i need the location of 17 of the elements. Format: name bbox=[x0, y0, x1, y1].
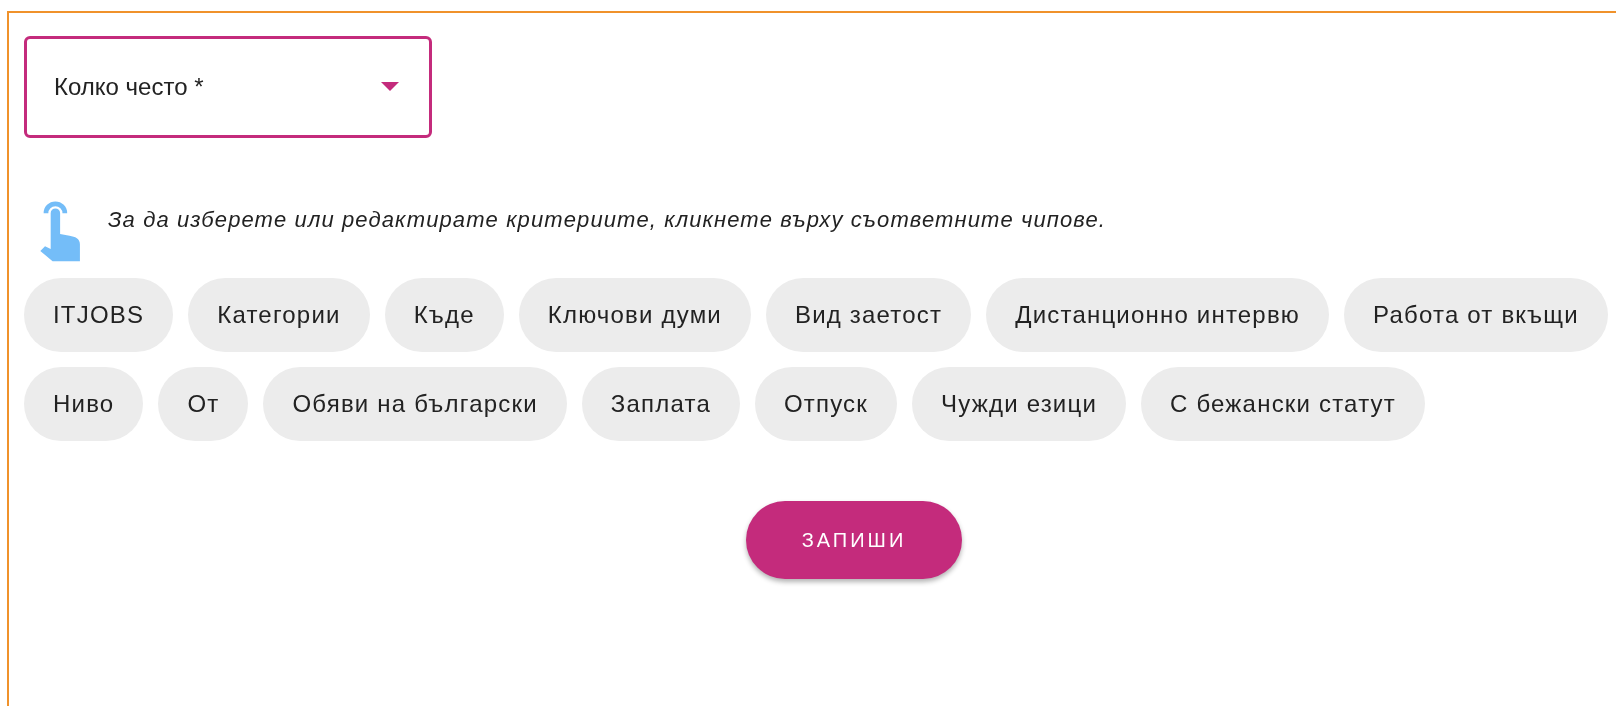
filter-chip[interactable]: Ниво bbox=[24, 367, 144, 441]
filter-chip[interactable]: От bbox=[158, 367, 249, 441]
filter-chip[interactable]: С бежански статут bbox=[1141, 367, 1425, 441]
filter-chip[interactable]: Отпуск bbox=[754, 367, 898, 441]
filter-chip[interactable]: Къде bbox=[384, 278, 504, 352]
filter-chip[interactable]: Категории bbox=[188, 278, 370, 352]
filter-chip[interactable]: ITJOBS bbox=[24, 278, 174, 352]
hint-text: За да изберете или редактирате критериите, кликнете върху съответните чипове. bbox=[108, 207, 1106, 234]
frequency-select[interactable]: Колко често * bbox=[24, 36, 432, 138]
filter-chip[interactable]: Работа от вкъщи bbox=[1344, 278, 1608, 352]
filter-chip[interactable]: Заплата bbox=[581, 367, 740, 441]
save-button[interactable]: ЗАПИШИ bbox=[746, 501, 962, 579]
filter-chip[interactable]: Дистанционно интервю bbox=[986, 278, 1330, 352]
filter-chip[interactable]: Вид заетост bbox=[765, 278, 972, 352]
filter-chip[interactable]: Ключови думи bbox=[518, 278, 751, 352]
filter-chip[interactable]: Обяви на български bbox=[263, 367, 567, 441]
filter-chip[interactable]: Чужди езици bbox=[912, 367, 1126, 441]
